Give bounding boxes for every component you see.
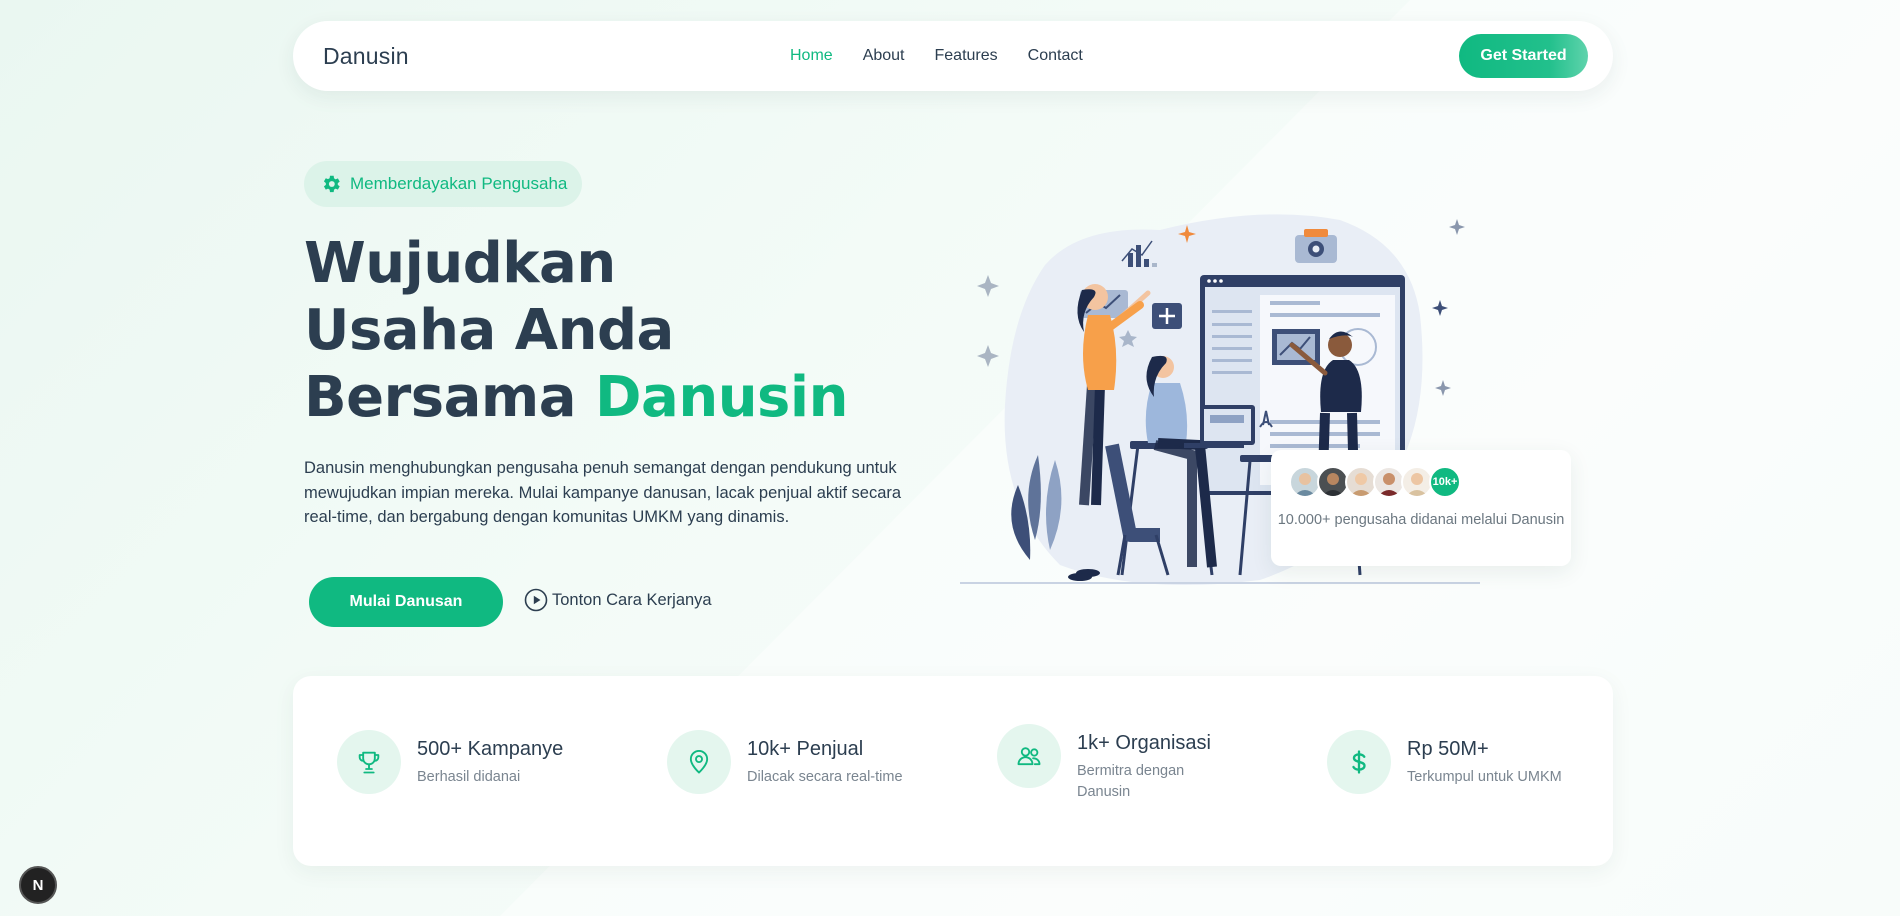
hero-title-line2: Usaha Anda	[304, 298, 674, 363]
hero-badge-label: Memberdayakan Pengusaha	[350, 174, 568, 193]
stat-value: 10k+ Penjual	[747, 738, 864, 760]
funded-text: 10.000+ pengusaha didanai melalui Danusi…	[1277, 512, 1565, 528]
stat-label: Bermitra dengan Danusin	[1077, 763, 1185, 800]
avatar-group: 10k+	[1289, 466, 1461, 498]
start-campaign-button[interactable]: Mulai Danusan	[309, 577, 503, 627]
nav-links: Home About Features Contact	[790, 21, 1113, 91]
gear-icon	[323, 175, 340, 193]
stat-sellers: 10k+ Penjual Dilacak secara real-time	[667, 730, 903, 794]
stat-funds: Rp 50M+ Terkumpul untuk UMKM	[1327, 730, 1562, 794]
nav-link-features[interactable]: Features	[935, 47, 998, 65]
stats-panel: 500+ Kampanye Berhasil didanai 10k+ Penj…	[293, 676, 1613, 866]
count-badge: 10k+	[1429, 466, 1461, 498]
dollar-icon	[1327, 730, 1391, 794]
brand-logo[interactable]: Danusin	[323, 43, 409, 70]
get-started-button[interactable]: Get Started	[1459, 34, 1588, 78]
hero-badge: Memberdayakan Pengusaha	[304, 161, 582, 207]
hero-title-accent: Danusin	[595, 365, 848, 430]
stat-value: Rp 50M+	[1407, 738, 1489, 760]
hero-title: Wujudkan Usaha Anda Bersama Danusin	[304, 230, 848, 431]
play-circle-icon	[524, 588, 548, 612]
stat-label: Berhasil didanai	[417, 769, 521, 785]
stat-value: 1k+ Organisasi	[1077, 732, 1211, 754]
stat-value: 500+ Kampanye	[417, 738, 564, 760]
nav-link-home[interactable]: Home	[790, 47, 833, 65]
nav-link-about[interactable]: About	[863, 47, 905, 65]
stat-label: Terkumpul untuk UMKM	[1407, 769, 1562, 785]
watch-video-label: Tonton Cara Kerjanya	[552, 590, 712, 609]
hero-title-line3: Bersama	[304, 365, 596, 430]
stat-campaigns: 500+ Kampanye Berhasil didanai	[337, 730, 563, 794]
watch-video-button[interactable]: Tonton Cara Kerjanya	[524, 588, 712, 612]
stat-organizations: 1k+ Organisasi Bermitra dengan Danusin	[997, 724, 1227, 803]
map-pin-icon	[667, 730, 731, 794]
trophy-icon	[337, 730, 401, 794]
nav-link-contact[interactable]: Contact	[1028, 47, 1083, 65]
hero-title-line1: Wujudkan	[304, 231, 616, 296]
funded-entrepreneurs-card: 10k+ 10.000+ pengusaha didanai melalui D…	[1271, 450, 1571, 566]
hero-description: Danusin menghubungkan pengusaha penuh se…	[304, 459, 902, 526]
stat-label: Dilacak secara real-time	[747, 769, 903, 785]
navbar: Danusin Home About Features Contact Get …	[293, 21, 1613, 91]
users-icon	[997, 724, 1061, 788]
dev-tools-badge[interactable]: N	[19, 866, 57, 904]
